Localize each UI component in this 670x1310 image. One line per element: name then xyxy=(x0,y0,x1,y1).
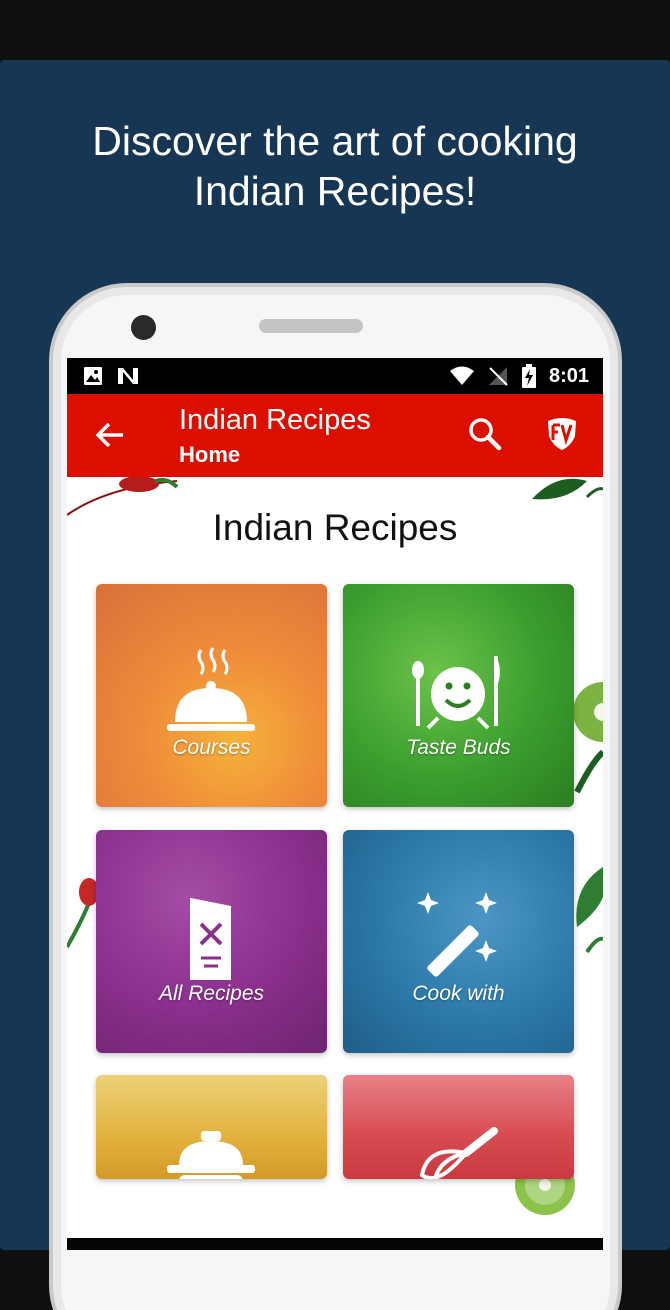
cloche-icon xyxy=(167,647,255,731)
n-logo-icon xyxy=(118,368,138,384)
smiley-cutlery-icon xyxy=(412,656,500,730)
pressure-cooker-icon xyxy=(167,1131,255,1179)
toolbar-subtitle: Home xyxy=(179,442,241,467)
page-heading: Indian Recipes xyxy=(212,507,458,548)
promo-headline-line1: Discover the art of cooking xyxy=(92,118,578,164)
front-camera xyxy=(131,315,156,340)
tile-taste-buds[interactable]: Taste Buds xyxy=(343,584,574,807)
battery-charging-icon xyxy=(521,364,536,388)
image-icon xyxy=(84,367,102,385)
promo-headline: Discover the art of cooking Indian Recip… xyxy=(0,116,670,216)
tile-label-courses: Courses xyxy=(172,736,251,759)
magic-wand-icon xyxy=(417,892,497,977)
tile-courses[interactable]: Courses xyxy=(96,584,327,807)
status-time: 8:01 xyxy=(548,364,589,387)
app-toolbar: Indian Recipes Home xyxy=(67,394,603,477)
whisk-icon xyxy=(419,1127,498,1179)
tile-label-cook-with: Cook with xyxy=(412,982,505,1005)
status-bar: 8:01 xyxy=(67,358,603,394)
tile-all-recipes[interactable]: All Recipes xyxy=(96,830,327,1053)
home-content: Indian Recipes Courses Taste Buds All Re… xyxy=(67,477,603,1250)
search-icon[interactable] xyxy=(467,416,503,452)
tile-cook-with[interactable]: Cook with xyxy=(343,830,574,1053)
earpiece-speaker xyxy=(259,319,363,333)
toolbar-title: Indian Recipes xyxy=(179,404,371,436)
leaf-decoration xyxy=(532,478,603,500)
system-navigation-bar xyxy=(67,1238,603,1250)
shield-logo-icon[interactable] xyxy=(545,416,579,452)
menu-card-icon xyxy=(190,898,231,980)
wifi-icon xyxy=(449,366,474,385)
app-screen: 8:01 Indian Recipes Home Indian Recipes … xyxy=(67,358,603,1250)
tile-whisk[interactable] xyxy=(343,1075,574,1179)
tile-label-all-recipes: All Recipes xyxy=(158,982,265,1005)
tile-label-taste-buds: Taste Buds xyxy=(406,736,511,759)
no-signal-icon xyxy=(488,367,508,386)
promo-headline-line2: Indian Recipes! xyxy=(193,168,477,214)
arrow-back-icon[interactable] xyxy=(93,418,127,452)
tile-pressure-cooker[interactable] xyxy=(96,1075,327,1179)
